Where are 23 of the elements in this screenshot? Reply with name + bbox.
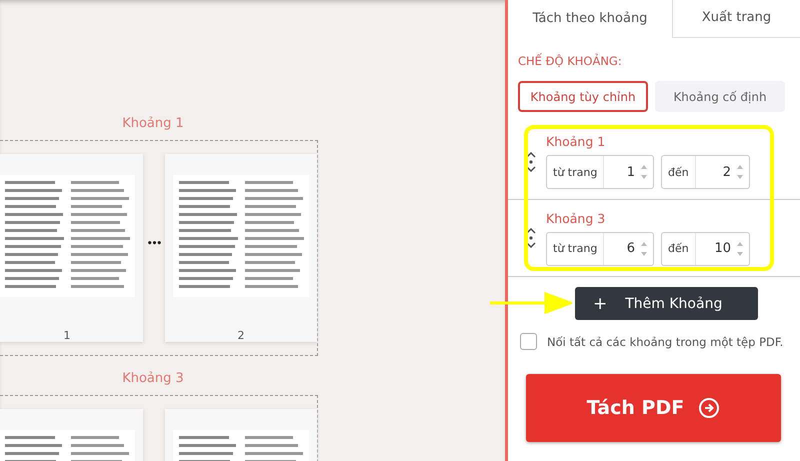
to-page-field[interactable]: đến 10 [661,232,750,266]
range-title: Khoảng 3 [121,370,185,388]
mode-button[interactable]: Khoảng cố định [655,81,785,112]
tab[interactable]: Xuất trang [672,0,800,38]
drag-handle-icon[interactable] [526,152,536,172]
from-page-field[interactable]: từ trang 1 [546,155,654,189]
page-thumbnail[interactable]: 2 [165,154,317,342]
from-page-field[interactable]: từ trang 6 [546,232,654,266]
page-thumbnail[interactable]: 1 [0,154,143,342]
add-range-button[interactable]: + Thêm Khoảng [575,287,758,320]
merge-checkbox[interactable]: Nối tất cả các khoảng trong một tệp PDF. [520,333,800,350]
page-number: 2 [238,329,244,342]
mode-button[interactable]: Khoảng tùy chỉnh [518,81,648,112]
range-title: Khoảng 1 [121,115,185,133]
ellipsis: ••• [146,239,162,249]
arrow-circle-icon [698,397,720,419]
drag-handle-icon[interactable] [526,228,536,248]
to-page-field[interactable]: đến 2 [661,155,750,189]
page-number: 1 [64,329,70,342]
section-label: CHẾ ĐỘ KHOẢNG: [518,54,623,68]
range-title: Khoảng 3 [546,210,606,226]
split-pdf-button[interactable]: Tách PDF [526,374,781,442]
range-title: Khoảng 1 [546,134,606,149]
